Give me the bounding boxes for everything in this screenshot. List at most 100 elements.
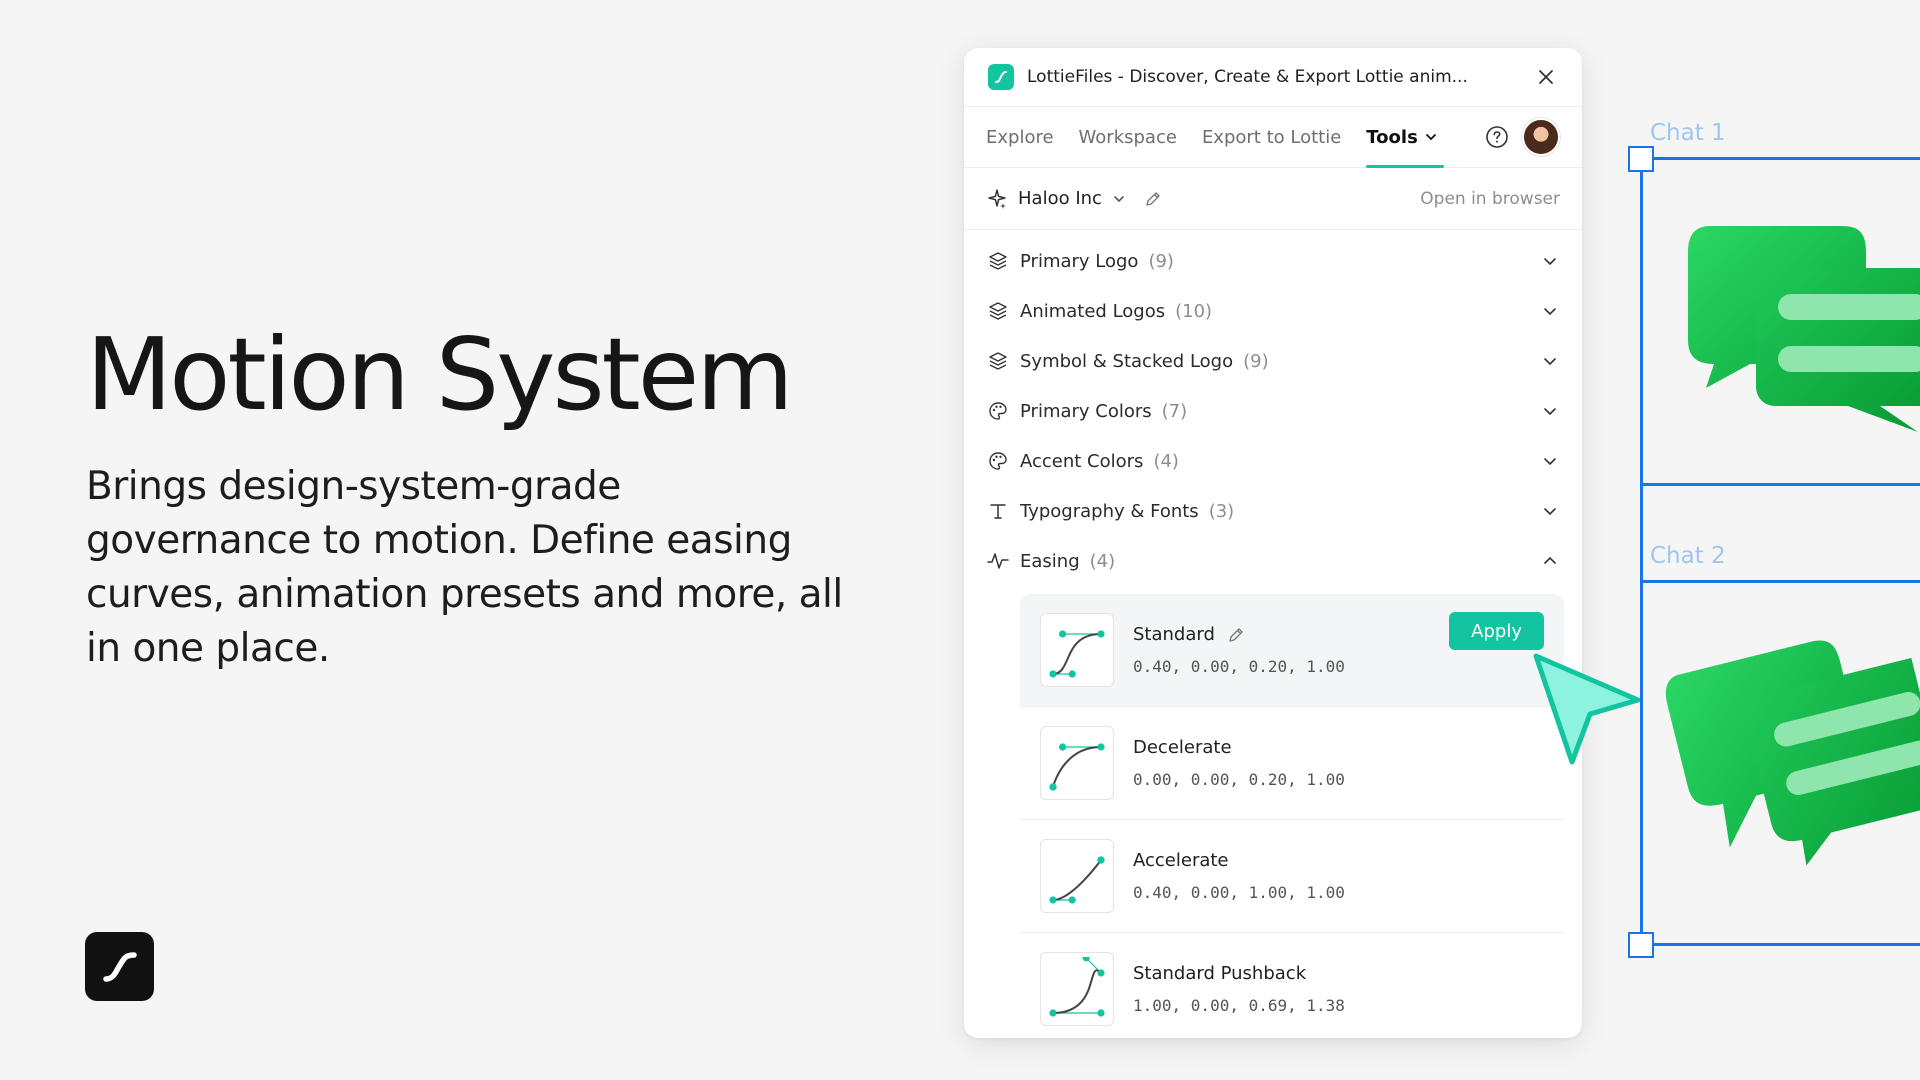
lottiefiles-logo bbox=[85, 932, 154, 1001]
workspace-name[interactable]: Haloo Inc bbox=[1018, 188, 1102, 209]
curve-preview bbox=[1040, 613, 1114, 687]
bezier-control-point bbox=[1097, 969, 1105, 977]
section-symbol-stacked-logo[interactable]: Symbol & Stacked Logo (9) bbox=[964, 336, 1582, 386]
bezier-control-point bbox=[1097, 630, 1105, 638]
bezier-control-point bbox=[1049, 1009, 1057, 1017]
section-count: (7) bbox=[1161, 400, 1188, 422]
workspace-row: Haloo Inc Open in browser bbox=[964, 168, 1582, 230]
bezier-control-point bbox=[1049, 896, 1057, 904]
plugin-panel: LottieFiles - Discover, Create & Export … bbox=[964, 48, 1582, 1038]
easing-name: Standard bbox=[1133, 624, 1215, 645]
resize-handle-top-left[interactable] bbox=[1628, 146, 1654, 172]
chevron-down-icon bbox=[1425, 134, 1436, 141]
bezier-control-point bbox=[1059, 630, 1067, 638]
layers-icon bbox=[989, 302, 1007, 320]
apply-button[interactable]: Apply bbox=[1449, 612, 1544, 650]
chevron-down-icon bbox=[1544, 408, 1556, 416]
open-in-browser-link[interactable]: Open in browser bbox=[1420, 189, 1560, 209]
bezier-curve-icon bbox=[1049, 743, 1105, 791]
frame-chat-2-top-edge bbox=[1640, 580, 1920, 583]
palette-icon bbox=[989, 452, 1007, 470]
section-count: (9) bbox=[1148, 250, 1174, 272]
curve-preview bbox=[1040, 839, 1114, 913]
easing-item-decelerate[interactable]: Decelerate 0.00, 0.00, 0.20, 1.00 bbox=[1020, 707, 1564, 820]
tab-export-to-lottie[interactable]: Export to Lottie bbox=[1202, 106, 1341, 168]
close-button[interactable] bbox=[1534, 65, 1558, 89]
layers-icon bbox=[989, 252, 1007, 270]
edit-pencil-icon[interactable] bbox=[1227, 626, 1245, 644]
chevron-down-icon bbox=[1544, 458, 1556, 466]
section-typography-fonts[interactable]: Typography & Fonts (3) bbox=[964, 486, 1582, 536]
chevron-down-icon bbox=[1544, 258, 1556, 266]
nav-tabs: Explore Workspace Export to Lottie Tools bbox=[964, 106, 1582, 168]
easing-name: Accelerate bbox=[1133, 850, 1229, 871]
easing-item-standard-pushback[interactable]: Standard Pushback 1.00, 0.00, 0.69, 1.38 bbox=[1020, 933, 1564, 1038]
frame-label-chat-2[interactable]: Chat 2 bbox=[1650, 543, 1726, 569]
hero-description: Brings design-system-grade governance to… bbox=[86, 464, 843, 671]
bezier-control-point bbox=[1049, 783, 1057, 791]
bezier-control-point bbox=[1068, 670, 1076, 678]
bezier-control-point bbox=[1059, 743, 1067, 751]
type-icon bbox=[990, 504, 1006, 519]
bezier-curve-path bbox=[1052, 969, 1102, 1014]
help-icon bbox=[1486, 126, 1508, 148]
chevron-down-icon bbox=[1544, 508, 1556, 516]
section-label: Primary Colors bbox=[1020, 400, 1152, 422]
tab-tools-label: Tools bbox=[1366, 126, 1418, 148]
workspace-chevron-down-icon[interactable] bbox=[1112, 192, 1126, 206]
easing-values: 0.40, 0.00, 0.20, 1.00 bbox=[1133, 657, 1345, 676]
section-primary-colors[interactable]: Primary Colors (7) bbox=[964, 386, 1582, 436]
section-easing[interactable]: Easing (4) bbox=[964, 536, 1582, 586]
bezier-control-point bbox=[1049, 670, 1057, 678]
easing-values: 1.00, 0.00, 0.69, 1.38 bbox=[1133, 996, 1345, 1015]
bezier-curve-path bbox=[1052, 633, 1102, 675]
tab-workspace[interactable]: Workspace bbox=[1079, 106, 1177, 168]
bezier-curve-path bbox=[1052, 859, 1102, 901]
bezier-curve-icon bbox=[1049, 856, 1105, 904]
curve-preview bbox=[1040, 726, 1114, 800]
tab-explore[interactable]: Explore bbox=[986, 106, 1054, 168]
selection-frame-left-edge bbox=[1640, 158, 1643, 946]
resize-handle-bottom-left[interactable] bbox=[1628, 932, 1654, 958]
easing-list: Standard 0.40, 0.00, 0.20, 1.00 Apply De… bbox=[1020, 594, 1564, 1038]
bezier-control-point bbox=[1097, 743, 1105, 751]
curve-preview bbox=[1040, 952, 1114, 1026]
section-count: (9) bbox=[1243, 350, 1269, 372]
section-animated-logos[interactable]: Animated Logos (10) bbox=[964, 286, 1582, 336]
lottiefiles-app-icon bbox=[988, 64, 1014, 90]
user-avatar[interactable] bbox=[1522, 118, 1560, 156]
section-primary-logo[interactable]: Primary Logo (9) bbox=[964, 236, 1582, 286]
section-accent-colors[interactable]: Accent Colors (4) bbox=[964, 436, 1582, 486]
bezier-control-point bbox=[1097, 856, 1105, 864]
window-title: LottieFiles - Discover, Create & Export … bbox=[1027, 67, 1468, 87]
close-icon bbox=[1539, 70, 1553, 84]
chat-bubble-icon bbox=[1688, 226, 1920, 432]
easing-name: Decelerate bbox=[1133, 737, 1232, 758]
bezier-control-point bbox=[1068, 896, 1076, 904]
tab-tools[interactable]: Tools bbox=[1366, 106, 1444, 168]
bezier-curve-icon bbox=[1049, 630, 1105, 678]
section-label: Primary Logo bbox=[1020, 250, 1139, 272]
palette-icon bbox=[989, 402, 1007, 420]
edit-pencil-icon[interactable] bbox=[1144, 190, 1162, 208]
frame-chat-1-top-edge bbox=[1640, 157, 1920, 160]
section-label: Symbol & Stacked Logo bbox=[1020, 350, 1234, 372]
lottie-logo-icon bbox=[102, 951, 137, 982]
section-label: Animated Logos bbox=[1020, 300, 1166, 322]
bezier-curve-path bbox=[1052, 746, 1102, 788]
easing-name: Standard Pushback bbox=[1133, 963, 1307, 984]
chevron-down-icon bbox=[1544, 358, 1556, 366]
easing-values: 0.40, 0.00, 1.00, 1.00 bbox=[1133, 883, 1345, 902]
section-count: (4) bbox=[1089, 550, 1116, 572]
frame-chat-1-bottom-edge bbox=[1640, 483, 1920, 486]
hero-title: Motion System bbox=[86, 316, 794, 433]
chat-bubble-icon bbox=[1665, 640, 1920, 866]
pointer-cursor-icon bbox=[1533, 653, 1641, 765]
easing-item-standard[interactable]: Standard 0.40, 0.00, 0.20, 1.00 Apply bbox=[1020, 594, 1564, 707]
easing-values: 0.00, 0.00, 0.20, 1.00 bbox=[1133, 770, 1345, 789]
section-count: (10) bbox=[1175, 300, 1213, 322]
easing-item-accelerate[interactable]: Accelerate 0.40, 0.00, 1.00, 1.00 bbox=[1020, 820, 1564, 933]
help-button[interactable] bbox=[1484, 124, 1510, 150]
sparkle-icon bbox=[988, 188, 1006, 209]
frame-label-chat-1[interactable]: Chat 1 bbox=[1650, 120, 1726, 146]
